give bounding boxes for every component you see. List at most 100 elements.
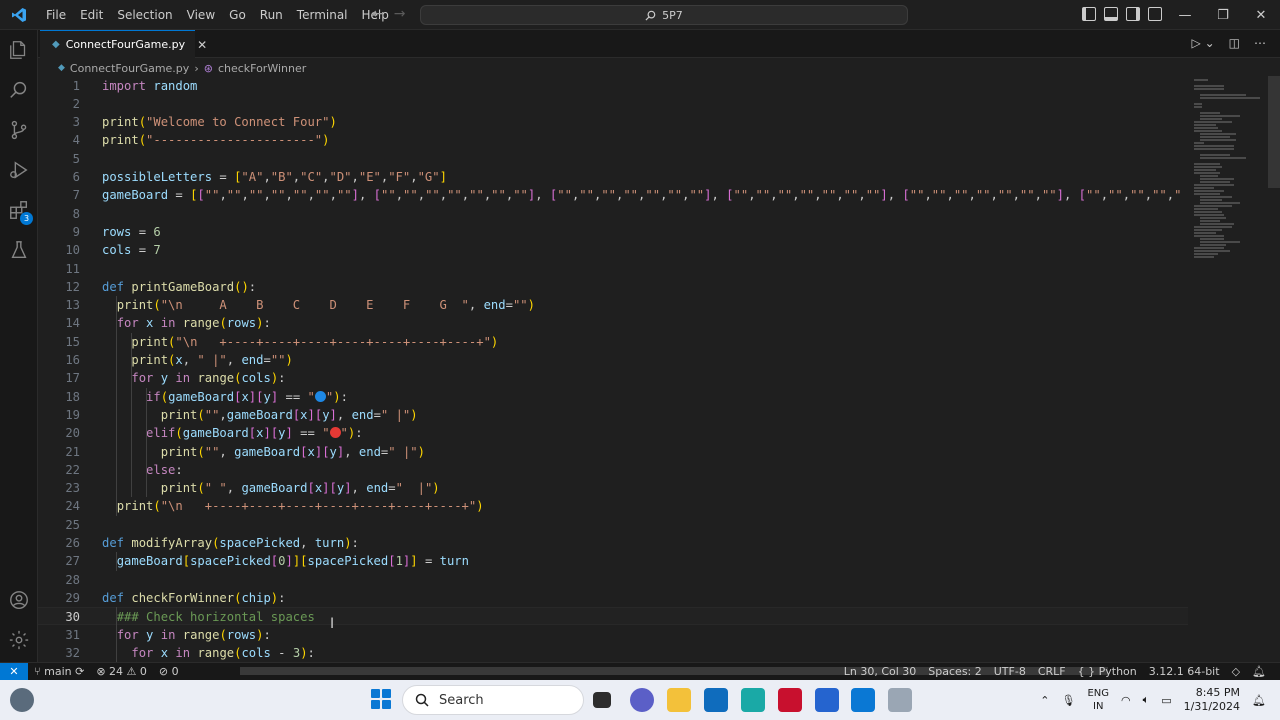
taskbar-search[interactable]: Search (402, 685, 584, 715)
code-line[interactable]: 10 cols = 7 (38, 241, 1188, 259)
code-line[interactable]: 25 (38, 516, 1188, 534)
widgets-icon[interactable] (10, 688, 34, 712)
toggle-primary-sidebar-icon[interactable] (1082, 7, 1096, 21)
run-debug-icon[interactable] (0, 152, 38, 188)
code-line[interactable]: 15 print("\n +----+----+----+----+----+-… (38, 333, 1188, 351)
minimap[interactable] (1188, 76, 1280, 662)
python-interpreter[interactable]: 3.12.1 64-bit (1143, 665, 1226, 678)
menu-edit[interactable]: Edit (73, 0, 110, 30)
encoding[interactable]: UTF-8 (988, 665, 1032, 678)
notifications-icon[interactable]: 🔔︎ (1252, 694, 1266, 707)
code-line[interactable]: 14 for x in range(rows): (38, 314, 1188, 332)
start-button[interactable] (371, 689, 391, 709)
code-line[interactable]: 2 (38, 95, 1188, 113)
customize-layout-icon[interactable] (1148, 7, 1162, 21)
code-line[interactable]: 26 def modifyArray(spacePicked, turn): (38, 534, 1188, 552)
indentation[interactable]: Spaces: 2 (922, 665, 987, 678)
chevron-up-icon[interactable]: ⌃ (1040, 694, 1049, 707)
code-line[interactable]: 11 (38, 260, 1188, 278)
todo-icon[interactable] (815, 688, 839, 712)
more-actions-icon[interactable]: ⋯ (1254, 36, 1266, 50)
code-line[interactable]: 31 for y in range(rows): (38, 626, 1188, 644)
menu-file[interactable]: File (39, 0, 73, 30)
minimize-icon[interactable]: — (1166, 0, 1204, 30)
microphone-icon[interactable]: 🎙︎ (1061, 694, 1075, 707)
search-activity-icon[interactable] (0, 72, 38, 108)
mail-icon[interactable] (704, 688, 728, 712)
code-line[interactable]: 7 gameBoard = [["","","","","","",""], ["… (38, 186, 1188, 204)
explorer-icon[interactable] (0, 32, 38, 68)
toggle-secondary-sidebar-icon[interactable] (1126, 7, 1140, 21)
minimap-slider[interactable] (1268, 76, 1280, 188)
menu-selection[interactable]: Selection (110, 0, 179, 30)
battery-icon[interactable]: ▭ (1161, 694, 1171, 707)
code-line[interactable]: 3 print("Welcome to Connect Four") (38, 113, 1188, 131)
notifications-bell-icon[interactable]: 🔔︎ (1246, 665, 1272, 678)
code-line[interactable]: 29 def checkForWinner(chip): (38, 589, 1188, 607)
snipping-tool-icon[interactable] (888, 688, 912, 712)
code-line[interactable]: 6 possibleLetters = ["A","B","C","D","E",… (38, 168, 1188, 186)
menu-view[interactable]: View (180, 0, 222, 30)
accounts-icon[interactable] (0, 582, 38, 618)
run-python-file-icon[interactable]: ▷ ⌄ (1192, 36, 1215, 50)
code-line[interactable]: 23 print(" ", gameBoard[x][y], end=" |") (38, 479, 1188, 497)
split-editor-icon[interactable]: ◫ (1229, 36, 1240, 50)
wifi-icon[interactable]: ◠ (1121, 694, 1131, 707)
copilot-icon[interactable]: ◇ (1226, 665, 1246, 678)
file-explorer-icon[interactable] (667, 688, 691, 712)
arrow-left-icon[interactable]: ← (372, 6, 384, 22)
code-line[interactable]: 20 elif(gameBoard[x][y] == " "): (38, 424, 1188, 442)
remote-indicator-icon[interactable]: ✕ (0, 662, 28, 681)
close-window-icon[interactable]: ✕ (1242, 0, 1280, 30)
code-line[interactable]: 28 (38, 571, 1188, 589)
toggle-panel-icon[interactable] (1104, 7, 1118, 21)
cursor-position[interactable]: Ln 30, Col 30 (838, 665, 923, 678)
manage-gear-icon[interactable] (0, 622, 38, 658)
code-editor[interactable]: 1 import random 2 3 print("Welcome to Connec… (38, 76, 1188, 662)
code-line[interactable]: 16 print(x, " |", end="") (38, 351, 1188, 369)
end-of-line[interactable]: CRLF (1032, 665, 1072, 678)
line-number: 12 (65, 279, 80, 294)
code-line[interactable]: 9 rows = 6 (38, 223, 1188, 241)
language-mode[interactable]: { } Python (1072, 665, 1143, 678)
menu-go[interactable]: Go (222, 0, 253, 30)
store-app-icon[interactable] (741, 688, 765, 712)
code-line[interactable]: 27 gameBoard[spacePicked[0]][spacePicked… (38, 552, 1188, 570)
code-line[interactable]: 32 for x in range(cols - 3): (38, 644, 1188, 662)
tab-close-icon[interactable]: ✕ (197, 38, 207, 52)
code-line[interactable]: 24 print("\n +----+----+----+----+----+-… (38, 497, 1188, 515)
command-center-search[interactable]: 5P7 (420, 5, 908, 25)
code-line[interactable]: 19 print("",gameBoard[x][y], end=" |") (38, 406, 1188, 424)
code-line[interactable]: 17 for y in range(cols): (38, 369, 1188, 387)
breadcrumb-file[interactable]: ConnectFourGame.py (70, 62, 189, 75)
code-line[interactable]: 18 if(gameBoard[x][y] == " "): (38, 388, 1188, 406)
volume-icon[interactable]: 🔈︎ (1143, 693, 1150, 707)
code-line[interactable]: 30 ### Check horizontal spaces (38, 607, 1188, 626)
menu-terminal[interactable]: Terminal (290, 0, 355, 30)
code-line[interactable]: 12 def printGameBoard(): (38, 278, 1188, 296)
language-indicator[interactable]: ENG IN (1087, 687, 1109, 713)
code-line[interactable]: 13 print("\n A B C D E F G ", end="") (38, 296, 1188, 314)
tab-connectfourgame[interactable]: ◆ ConnectFourGame.py ✕ (40, 30, 207, 58)
testing-icon[interactable] (0, 232, 38, 268)
extensions-icon[interactable]: 3 (0, 192, 38, 228)
task-view-icon[interactable] (593, 692, 611, 708)
mcafee-icon[interactable] (778, 688, 802, 712)
code-line[interactable]: 21 print("", gameBoard[x][y], end=" |") (38, 443, 1188, 461)
breadcrumb-symbol[interactable]: checkForWinner (218, 62, 306, 75)
clock[interactable]: 8:45 PM 1/31/2024 (1184, 686, 1240, 714)
code-line[interactable]: 1 import random (38, 77, 1188, 95)
teams-chat-icon[interactable] (630, 688, 654, 712)
ports-indicator[interactable]: ⊘ 0 (153, 665, 185, 678)
code-line[interactable]: 4 print("----------------------") (38, 131, 1188, 149)
problems-indicator[interactable]: ⊗ 24 ⚠ 0 (90, 665, 153, 678)
maximize-icon[interactable]: ❐ (1204, 0, 1242, 30)
menu-run[interactable]: Run (253, 0, 290, 30)
code-line[interactable]: 5 (38, 150, 1188, 168)
branch-indicator[interactable]: ⑂ main ⟳ (28, 665, 90, 678)
arrow-right-icon[interactable]: → (394, 6, 406, 22)
vscode-taskbar-icon[interactable] (851, 688, 875, 712)
code-line[interactable]: 22 else: (38, 461, 1188, 479)
code-line[interactable]: 8 (38, 205, 1188, 223)
source-control-icon[interactable] (0, 112, 38, 148)
